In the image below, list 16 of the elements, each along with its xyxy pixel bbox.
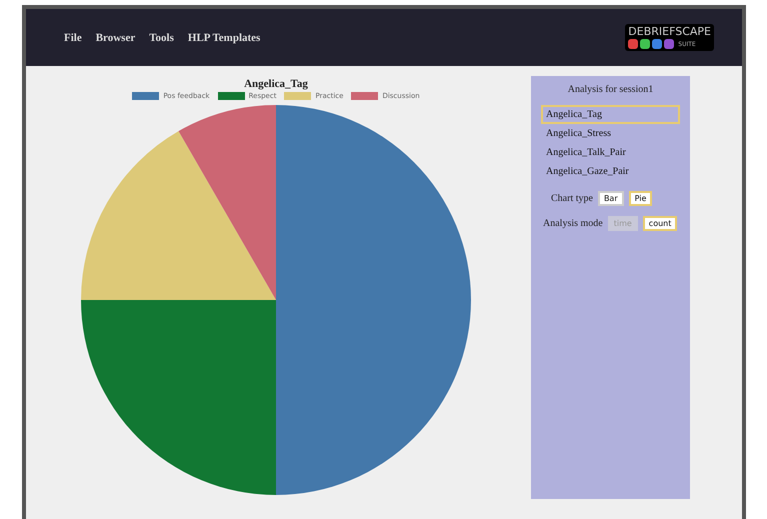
analysis-item[interactable]: Angelica_Gaze_Pair [541, 162, 680, 181]
analysis-item[interactable]: Angelica_Stress [541, 124, 680, 143]
option-button[interactable]: Bar [598, 191, 624, 206]
logo-title: DEBRIEFSCAPE [628, 26, 711, 38]
analysis-item[interactable]: Angelica_Tag [541, 105, 680, 124]
chart-title: Angelica_Tag [244, 78, 308, 90]
chart-type-label: Chart type [551, 193, 593, 204]
option-button[interactable]: count [642, 216, 678, 231]
menu-item[interactable]: Browser [96, 32, 136, 44]
menu-item[interactable]: HLP Templates [188, 32, 260, 44]
menu-item[interactable]: Tools [149, 32, 174, 44]
panel-title: Analysis for session1 [566, 84, 654, 95]
analysis-item[interactable]: Angelica_Talk_Pair [541, 143, 680, 162]
option-button[interactable]: Pie [628, 191, 652, 206]
analysis-mode-label: Analysis mode [543, 218, 603, 229]
menu-item[interactable]: File [64, 32, 82, 44]
